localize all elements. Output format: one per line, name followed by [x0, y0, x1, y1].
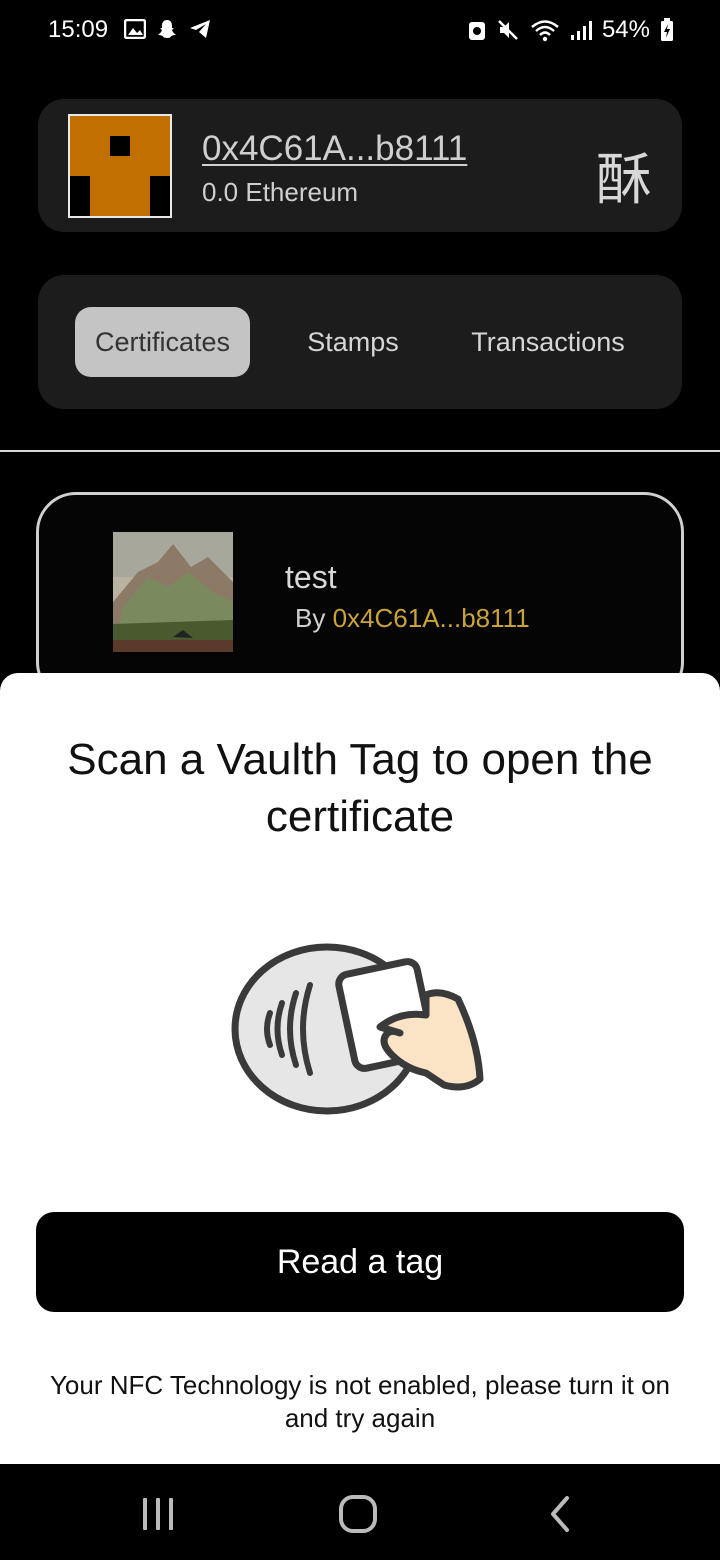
telegram-icon	[190, 20, 210, 38]
sheet-title: Scan a Vaulth Tag to open the certificat…	[67, 735, 653, 841]
certificate-card[interactable]: test By 0x4C61A...b8111	[36, 492, 684, 702]
battery-charging-icon	[661, 18, 673, 41]
wallet-balance: 0.0 Ethereum	[202, 177, 359, 207]
nfc-warning-text: Your NFC Technology is not enabled, plea…	[49, 1370, 671, 1433]
recent-apps-icon[interactable]	[128, 1484, 188, 1544]
tab-stamps[interactable]: Stamps	[288, 307, 418, 377]
certificate-author: By 0x4C61A...b8111	[295, 603, 530, 634]
certificate-title: test	[285, 559, 337, 595]
back-icon[interactable]	[530, 1484, 590, 1544]
alarm-lock-icon	[468, 22, 485, 40]
notification-icons	[124, 18, 212, 40]
status-time: 15:09	[48, 16, 109, 43]
wallet-identicon	[68, 114, 172, 218]
home-icon[interactable]	[328, 1484, 388, 1544]
tab-transactions[interactable]: Transactions	[453, 307, 643, 377]
divider	[0, 450, 720, 452]
snapchat-icon	[158, 20, 176, 38]
certificate-author-address: 0x4C61A...b8111	[332, 603, 530, 633]
currency-glyph[interactable]: 酥	[596, 135, 652, 216]
read-tag-button[interactable]: Read a tag	[36, 1212, 684, 1312]
signal-icon	[570, 21, 592, 40]
mute-icon	[498, 20, 518, 40]
status-bar: 15:09 54%	[0, 0, 720, 60]
certificate-by-label: By	[295, 603, 326, 633]
tab-certificates[interactable]: Certificates	[75, 307, 250, 377]
tab-bar: Certificates Stamps Transactions	[38, 275, 682, 409]
gallery-icon	[124, 19, 146, 39]
system-nav-bar	[0, 1464, 720, 1560]
nfc-tap-icon	[231, 943, 484, 1115]
battery-percent: 54%	[601, 16, 650, 43]
wallet-card: 0x4C61A...b8111 0.0 Ethereum 酥	[38, 99, 682, 232]
wifi-icon	[531, 20, 559, 42]
certificate-thumbnail	[113, 532, 233, 652]
system-icons: 54%	[468, 16, 674, 44]
scan-bottom-sheet: Scan a Vaulth Tag to open the certificat…	[0, 673, 720, 1464]
wallet-address-link[interactable]: 0x4C61A...b8111	[202, 129, 467, 169]
